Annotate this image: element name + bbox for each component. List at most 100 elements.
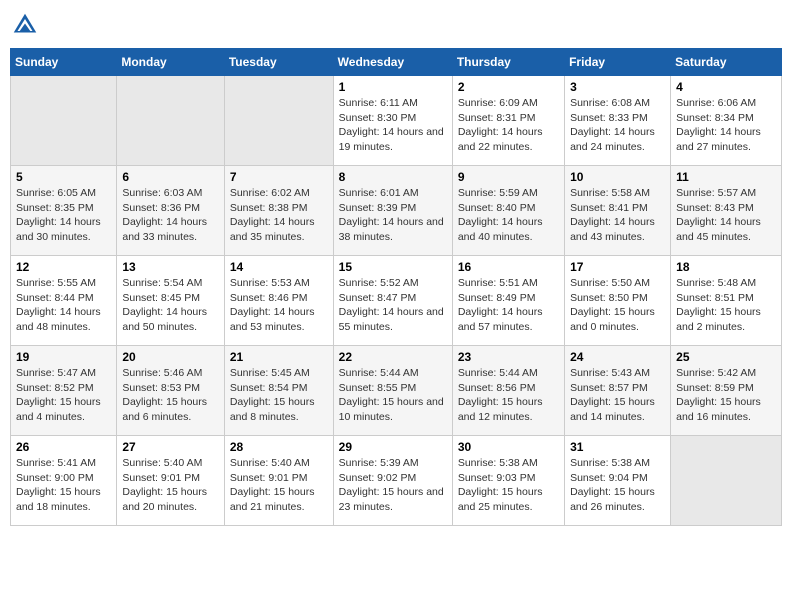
day-number: 30	[458, 440, 559, 454]
day-number: 24	[570, 350, 665, 364]
day-info: Sunrise: 5:48 AM Sunset: 8:51 PM Dayligh…	[676, 276, 776, 335]
logo-icon	[10, 10, 40, 40]
calendar-cell: 17Sunrise: 5:50 AM Sunset: 8:50 PM Dayli…	[565, 256, 671, 346]
day-info: Sunrise: 5:55 AM Sunset: 8:44 PM Dayligh…	[16, 276, 111, 335]
calendar-cell: 5 Sunrise: 6:05 AM Sunset: 8:35 PM Daylig…	[11, 166, 117, 256]
day-info: Sunrise: 5:38 AM Sunset: 9:04 PM Dayligh…	[570, 456, 665, 515]
day-info: Sunrise: 5:53 AM Sunset: 8:46 PM Dayligh…	[230, 276, 328, 335]
day-number: 11	[676, 170, 776, 184]
day-info: Sunrise: 6:09 AM Sunset: 8:31 PM Dayligh…	[458, 96, 559, 155]
calendar-cell: 20 Sunrise: 5:46 AM Sunset: 8:53 PM Dayli…	[117, 346, 224, 436]
calendar-cell: 12 Sunrise: 5:55 AM Sunset: 8:44 PM Dayli…	[11, 256, 117, 346]
calendar-cell: 3 Sunrise: 6:08 AM Sunset: 8:33 PM Daylig…	[565, 76, 671, 166]
page-header	[10, 10, 782, 40]
day-number: 31	[570, 440, 665, 454]
day-of-week-header: Thursday	[452, 49, 564, 76]
calendar-cell: 11 Sunrise: 5:57 AM Sunset: 8:43 PM Dayli…	[671, 166, 782, 256]
day-info: Sunrise: 5:42 AM Sunset: 8:59 PM Dayligh…	[676, 366, 776, 425]
day-number: 23	[458, 350, 559, 364]
day-info: Sunrise: 5:44 AM Sunset: 8:56 PM Dayligh…	[458, 366, 559, 425]
day-number: 20	[122, 350, 218, 364]
day-of-week-header: Tuesday	[224, 49, 333, 76]
day-number: 28	[230, 440, 328, 454]
calendar-cell	[224, 76, 333, 166]
day-info: Sunrise: 5:44 AM Sunset: 8:55 PM Dayligh…	[339, 366, 447, 425]
calendar-cell: 10 Sunrise: 5:58 AM Sunset: 8:41 PM Dayli…	[565, 166, 671, 256]
day-number: 9	[458, 170, 559, 184]
day-of-week-header: Wednesday	[333, 49, 452, 76]
day-info: Sunrise: 5:40 AM Sunset: 9:01 PM Dayligh…	[122, 456, 218, 515]
calendar-week-row: 5 Sunrise: 6:05 AM Sunset: 8:35 PM Daylig…	[11, 166, 782, 256]
calendar-body: 1Sunrise: 6:11 AM Sunset: 8:30 PM Daylig…	[11, 76, 782, 526]
calendar-cell: 8 Sunrise: 6:01 AM Sunset: 8:39 PM Daylig…	[333, 166, 452, 256]
calendar-week-row: 19 Sunrise: 5:47 AM Sunset: 8:52 PM Dayli…	[11, 346, 782, 436]
calendar-cell: 31 Sunrise: 5:38 AM Sunset: 9:04 PM Dayli…	[565, 436, 671, 526]
day-info: Sunrise: 5:59 AM Sunset: 8:40 PM Dayligh…	[458, 186, 559, 245]
calendar-week-row: 26 Sunrise: 5:41 AM Sunset: 9:00 PM Dayli…	[11, 436, 782, 526]
calendar-cell: 21Sunrise: 5:45 AM Sunset: 8:54 PM Dayli…	[224, 346, 333, 436]
calendar-cell	[11, 76, 117, 166]
calendar-cell	[117, 76, 224, 166]
day-number: 26	[16, 440, 111, 454]
day-number: 7	[230, 170, 328, 184]
day-number: 29	[339, 440, 447, 454]
calendar-cell: 2 Sunrise: 6:09 AM Sunset: 8:31 PM Daylig…	[452, 76, 564, 166]
calendar-cell: 19 Sunrise: 5:47 AM Sunset: 8:52 PM Dayli…	[11, 346, 117, 436]
calendar-cell: 18 Sunrise: 5:48 AM Sunset: 8:51 PM Dayli…	[671, 256, 782, 346]
day-info: Sunrise: 5:41 AM Sunset: 9:00 PM Dayligh…	[16, 456, 111, 515]
day-info: Sunrise: 5:39 AM Sunset: 9:02 PM Dayligh…	[339, 456, 447, 515]
day-number: 17	[570, 260, 665, 274]
day-number: 6	[122, 170, 218, 184]
day-number: 15	[339, 260, 447, 274]
day-number: 4	[676, 80, 776, 94]
day-info: Sunrise: 6:02 AM Sunset: 8:38 PM Dayligh…	[230, 186, 328, 245]
calendar-cell: 14 Sunrise: 5:53 AM Sunset: 8:46 PM Dayli…	[224, 256, 333, 346]
calendar-cell: 22 Sunrise: 5:44 AM Sunset: 8:55 PM Dayli…	[333, 346, 452, 436]
calendar-cell: 29 Sunrise: 5:39 AM Sunset: 9:02 PM Dayli…	[333, 436, 452, 526]
calendar-cell: 1Sunrise: 6:11 AM Sunset: 8:30 PM Daylig…	[333, 76, 452, 166]
day-number: 18	[676, 260, 776, 274]
calendar-header: SundayMondayTuesdayWednesdayThursdayFrid…	[11, 49, 782, 76]
calendar-cell: 13Sunrise: 5:54 AM Sunset: 8:45 PM Dayli…	[117, 256, 224, 346]
day-info: Sunrise: 6:06 AM Sunset: 8:34 PM Dayligh…	[676, 96, 776, 155]
day-number: 1	[339, 80, 447, 94]
day-of-week-header: Saturday	[671, 49, 782, 76]
day-number: 22	[339, 350, 447, 364]
day-number: 14	[230, 260, 328, 274]
day-info: Sunrise: 5:43 AM Sunset: 8:57 PM Dayligh…	[570, 366, 665, 425]
day-info: Sunrise: 6:01 AM Sunset: 8:39 PM Dayligh…	[339, 186, 447, 245]
day-info: Sunrise: 5:45 AM Sunset: 8:54 PM Dayligh…	[230, 366, 328, 425]
day-number: 10	[570, 170, 665, 184]
calendar-cell: 27 Sunrise: 5:40 AM Sunset: 9:01 PM Dayli…	[117, 436, 224, 526]
calendar-cell: 25 Sunrise: 5:42 AM Sunset: 8:59 PM Dayli…	[671, 346, 782, 436]
calendar-cell	[671, 436, 782, 526]
day-info: Sunrise: 5:47 AM Sunset: 8:52 PM Dayligh…	[16, 366, 111, 425]
calendar-week-row: 1Sunrise: 6:11 AM Sunset: 8:30 PM Daylig…	[11, 76, 782, 166]
day-of-week-header: Sunday	[11, 49, 117, 76]
day-info: Sunrise: 5:57 AM Sunset: 8:43 PM Dayligh…	[676, 186, 776, 245]
calendar-cell: 28Sunrise: 5:40 AM Sunset: 9:01 PM Dayli…	[224, 436, 333, 526]
day-info: Sunrise: 5:51 AM Sunset: 8:49 PM Dayligh…	[458, 276, 559, 335]
calendar-week-row: 12 Sunrise: 5:55 AM Sunset: 8:44 PM Dayli…	[11, 256, 782, 346]
day-info: Sunrise: 6:05 AM Sunset: 8:35 PM Dayligh…	[16, 186, 111, 245]
day-info: Sunrise: 6:08 AM Sunset: 8:33 PM Dayligh…	[570, 96, 665, 155]
day-of-week-header: Friday	[565, 49, 671, 76]
calendar-cell: 6Sunrise: 6:03 AM Sunset: 8:36 PM Daylig…	[117, 166, 224, 256]
day-number: 19	[16, 350, 111, 364]
day-info: Sunrise: 5:46 AM Sunset: 8:53 PM Dayligh…	[122, 366, 218, 425]
day-info: Sunrise: 5:38 AM Sunset: 9:03 PM Dayligh…	[458, 456, 559, 515]
day-number: 3	[570, 80, 665, 94]
day-number: 25	[676, 350, 776, 364]
calendar-cell: 24 Sunrise: 5:43 AM Sunset: 8:57 PM Dayli…	[565, 346, 671, 436]
day-number: 12	[16, 260, 111, 274]
day-number: 5	[16, 170, 111, 184]
calendar-cell: 9 Sunrise: 5:59 AM Sunset: 8:40 PM Daylig…	[452, 166, 564, 256]
calendar-cell: 30 Sunrise: 5:38 AM Sunset: 9:03 PM Dayli…	[452, 436, 564, 526]
day-number: 8	[339, 170, 447, 184]
day-number: 2	[458, 80, 559, 94]
day-of-week-header: Monday	[117, 49, 224, 76]
day-number: 27	[122, 440, 218, 454]
calendar-cell: 4 Sunrise: 6:06 AM Sunset: 8:34 PM Daylig…	[671, 76, 782, 166]
calendar-cell: 15Sunrise: 5:52 AM Sunset: 8:47 PM Dayli…	[333, 256, 452, 346]
day-info: Sunrise: 5:58 AM Sunset: 8:41 PM Dayligh…	[570, 186, 665, 245]
